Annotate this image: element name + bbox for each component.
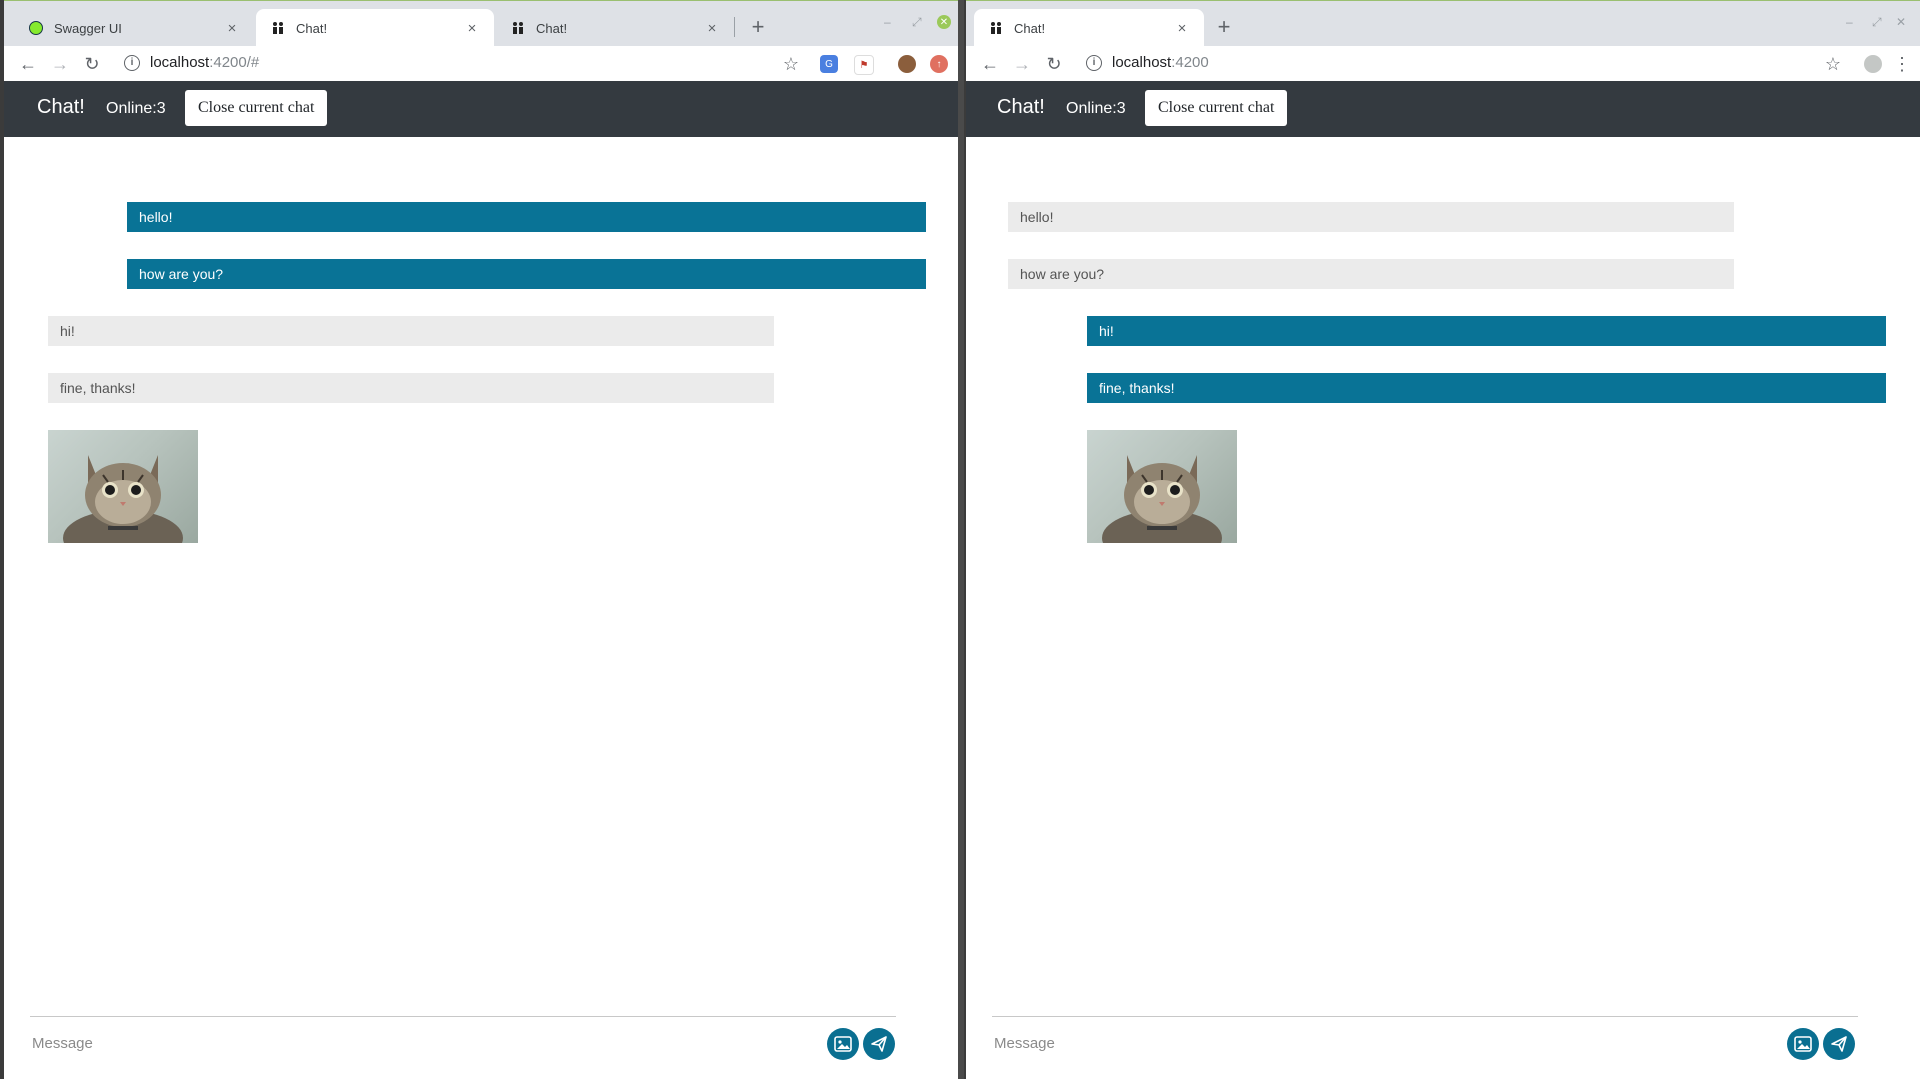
- composer-divider: [992, 1016, 1858, 1017]
- online-count: Online:3: [106, 100, 166, 117]
- tab-chat-active[interactable]: Chat! ×: [974, 9, 1204, 47]
- reload-icon[interactable]: ↻: [1042, 52, 1066, 76]
- close-icon[interactable]: ×: [704, 20, 720, 37]
- new-tab-button[interactable]: +: [1210, 13, 1238, 41]
- message-bubble-incoming: fine, thanks!: [48, 373, 774, 403]
- tab-title: Chat!: [296, 20, 328, 36]
- attach-image-button[interactable]: [1787, 1028, 1819, 1060]
- extension-icon[interactable]: ⚑: [854, 55, 874, 75]
- minimize-icon[interactable]: –: [884, 15, 891, 29]
- close-icon[interactable]: ×: [224, 20, 240, 37]
- send-icon: [1831, 1036, 1847, 1052]
- new-tab-button[interactable]: +: [744, 13, 772, 41]
- close-icon[interactable]: ×: [464, 20, 480, 37]
- tab-chat-active[interactable]: Chat! ×: [256, 9, 494, 47]
- back-icon[interactable]: ←: [978, 52, 1002, 76]
- image-icon: [1794, 1036, 1812, 1052]
- attach-image-button[interactable]: [827, 1028, 859, 1060]
- message-bubble-incoming: hello!: [1008, 202, 1734, 232]
- browser-toolbar: ← → ↻ i localhost:4200 ☆ ⋮: [966, 46, 1920, 82]
- app-navbar: Chat! Online:3 Close current chat: [4, 81, 962, 137]
- message-input[interactable]: [992, 1030, 1776, 1056]
- update-icon[interactable]: ↑: [930, 55, 948, 73]
- app-brand[interactable]: Chat!: [37, 96, 85, 119]
- url-host: localhost: [1112, 54, 1172, 71]
- message-bubble-outgoing: hi!: [1087, 316, 1886, 346]
- tab-title: Chat!: [536, 20, 568, 36]
- reload-icon[interactable]: ↻: [80, 52, 104, 76]
- profile-avatar-icon[interactable]: [1864, 55, 1882, 73]
- close-chat-button[interactable]: Close current chat: [1145, 90, 1288, 126]
- restore-icon[interactable]: ⤢: [912, 15, 922, 30]
- minimize-icon[interactable]: –: [1846, 15, 1853, 29]
- swagger-icon: [28, 20, 44, 36]
- tab-title: Chat!: [1014, 20, 1046, 36]
- message-bubble-outgoing: hello!: [127, 202, 926, 232]
- tab-title: Swagger UI: [54, 20, 122, 36]
- message-bubble-outgoing: fine, thanks!: [1087, 373, 1886, 403]
- profile-avatar-icon[interactable]: [898, 55, 916, 73]
- forward-icon[interactable]: →: [48, 52, 72, 76]
- browser-window-left: Swagger UI × Chat! × Chat! × + – ⤢ ✕ ← →…: [0, 0, 962, 1079]
- url-path: :4200/#: [209, 54, 260, 71]
- back-icon[interactable]: ←: [16, 52, 40, 76]
- address-bar[interactable]: i localhost:4200: [1086, 54, 1209, 71]
- app-navbar: Chat! Online:3 Close current chat: [966, 81, 1920, 137]
- people-icon: [988, 20, 1004, 36]
- app-brand[interactable]: Chat!: [997, 96, 1045, 119]
- browser-toolbar: ← → ↻ i localhost:4200/# ☆ G ⚑ ↑: [4, 46, 962, 82]
- info-icon[interactable]: i: [124, 54, 140, 71]
- cat-image-message[interactable]: [48, 430, 198, 543]
- tab-separator: [734, 17, 735, 37]
- message-bubble-incoming: hi!: [48, 316, 774, 346]
- send-button[interactable]: [1823, 1028, 1855, 1060]
- forward-icon[interactable]: →: [1010, 52, 1034, 76]
- info-icon[interactable]: i: [1086, 54, 1102, 71]
- close-chat-button[interactable]: Close current chat: [185, 90, 328, 126]
- send-icon: [871, 1036, 887, 1052]
- tab-strip: Chat! × + – ⤢ ✕: [966, 0, 1920, 47]
- composer-divider: [30, 1016, 896, 1017]
- url-host: localhost: [150, 54, 210, 71]
- message-bubble-incoming: how are you?: [1008, 259, 1734, 289]
- restore-icon[interactable]: ⤢: [1872, 15, 1882, 30]
- people-icon: [510, 20, 526, 36]
- cat-image-message[interactable]: [1087, 430, 1237, 543]
- window-close-icon[interactable]: ✕: [1896, 15, 1906, 29]
- bookmark-star-icon[interactable]: ☆: [779, 52, 803, 76]
- browser-window-right: Chat! × + – ⤢ ✕ ← → ↻ i localhost:4200 ☆…: [964, 0, 1920, 1079]
- people-icon: [270, 20, 286, 36]
- address-bar[interactable]: i localhost:4200/#: [124, 54, 259, 71]
- image-icon: [834, 1036, 852, 1052]
- close-icon[interactable]: ×: [1174, 20, 1190, 37]
- tab-chat[interactable]: Chat! ×: [496, 9, 734, 47]
- menu-kebab-icon[interactable]: ⋮: [1890, 52, 1914, 76]
- message-input[interactable]: [30, 1030, 814, 1056]
- url-path: :4200: [1171, 54, 1209, 71]
- tab-strip: Swagger UI × Chat! × Chat! × + – ⤢ ✕: [4, 0, 962, 47]
- send-button[interactable]: [863, 1028, 895, 1060]
- bookmark-star-icon[interactable]: ☆: [1821, 52, 1845, 76]
- tab-swagger-ui[interactable]: Swagger UI ×: [14, 9, 254, 47]
- translate-extension-icon[interactable]: G: [820, 55, 838, 73]
- online-count: Online:3: [1066, 100, 1126, 117]
- window-close-icon[interactable]: ✕: [937, 15, 951, 29]
- message-bubble-outgoing: how are you?: [127, 259, 926, 289]
